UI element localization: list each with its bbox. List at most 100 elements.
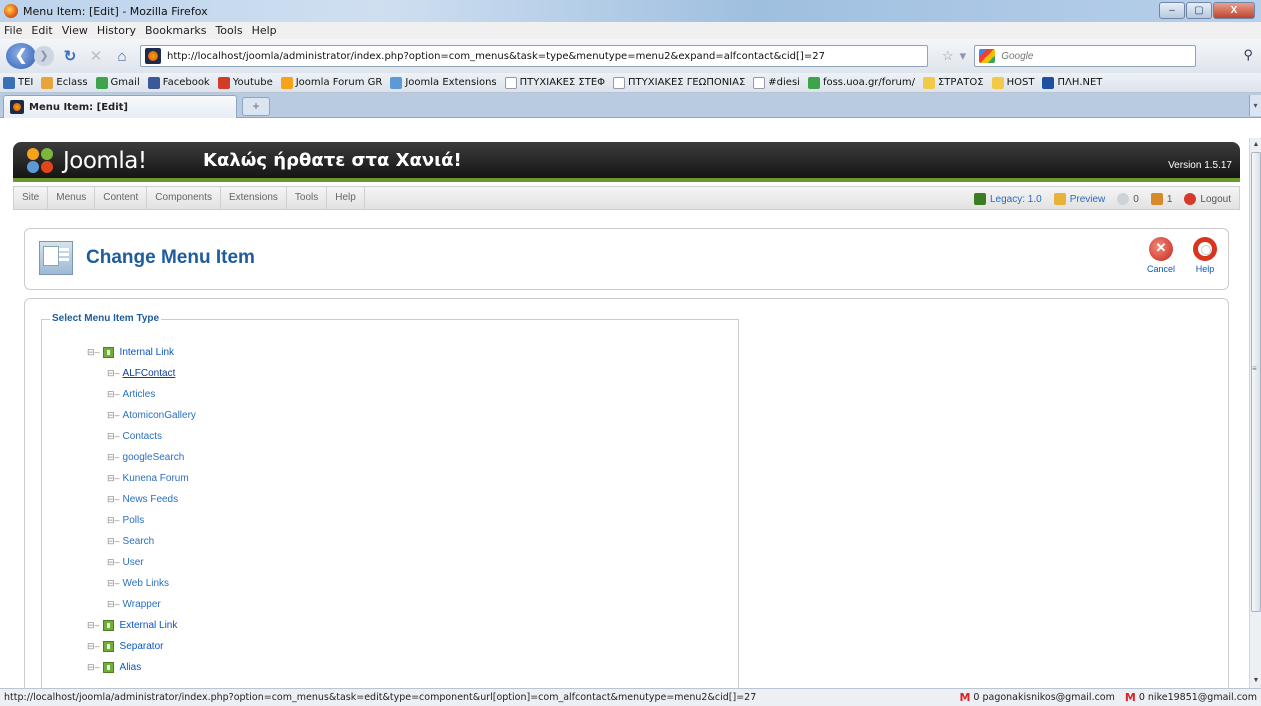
users-count[interactable]: 1 <box>1150 193 1172 205</box>
folder-icon <box>922 76 935 89</box>
admin-menu-components[interactable]: Components <box>147 186 221 210</box>
tab-menu-item-edit[interactable]: Menu Item: [Edit] <box>3 95 237 118</box>
bookmark-item[interactable]: Eclass <box>41 76 88 89</box>
joomla-favicon-icon <box>10 100 24 114</box>
home-icon[interactable]: ⌂ <box>112 48 132 65</box>
cancel-button[interactable]: Cancel <box>1141 237 1181 274</box>
bookmark-item[interactable]: ΠΤΥΧΙΑΚΕΣ ΓΕΩΠΟΝΙΑΣ <box>613 76 745 89</box>
menu-tools[interactable]: Tools <box>215 24 242 37</box>
stop-icon[interactable]: ✕ <box>86 47 106 65</box>
joomla-header: Joomla! Καλώς ήρθατε στα Χανιά! Version … <box>13 142 1240 182</box>
tree-item-alfcontact[interactable]: ⊟– ALFContact <box>107 366 175 380</box>
scroll-up-icon[interactable]: ▲ <box>1250 138 1261 152</box>
browser-statusbar: http://localhost/joomla/administrator/in… <box>0 688 1261 706</box>
maximize-button[interactable]: ▢ <box>1186 2 1212 19</box>
bookmark-item[interactable]: Joomla Forum GR <box>280 76 382 89</box>
version-label: Version 1.5.17 <box>1168 160 1232 171</box>
google-icon[interactable] <box>979 49 996 63</box>
bookmark-item[interactable]: Youtube <box>217 76 273 89</box>
search-placeholder: Google <box>1001 50 1034 62</box>
admin-menu-tools[interactable]: Tools <box>287 186 328 210</box>
forward-button[interactable]: ❯ <box>34 46 54 66</box>
bookmark-item[interactable]: HOST <box>991 76 1034 89</box>
tree-node-alias[interactable]: ⊟– Alias <box>87 660 141 674</box>
bookmark-label: TEI <box>18 77 34 88</box>
search-go-icon[interactable]: ⚲ <box>1243 47 1253 63</box>
legacy-icon <box>973 193 986 205</box>
window-titlebar: Menu Item: [Edit] - Mozilla Firefox – ▢ … <box>0 0 1261 22</box>
joomla-admin-menu: Site Menus Content Components Extensions… <box>13 186 1240 210</box>
status-link-url: http://localhost/joomla/administrator/in… <box>4 692 757 703</box>
reload-icon[interactable]: ↻ <box>60 47 80 65</box>
tree-node-internal-link[interactable]: ⊟– Internal Link <box>87 345 174 359</box>
tree-item-kunena-forum[interactable]: ⊟– Kunena Forum <box>107 471 189 485</box>
admin-menu-menus[interactable]: Menus <box>48 186 96 210</box>
navigation-toolbar: ❮ ❯ ↻ ✕ ⌂ http://localhost/joomla/admini… <box>0 39 1261 73</box>
tree-item-wrapper[interactable]: ⊟– Wrapper <box>107 597 161 611</box>
tree-node-separator[interactable]: ⊟– Separator <box>87 639 163 653</box>
gmail-account-2[interactable]: M0 nike19851@gmail.com <box>1125 691 1257 704</box>
tree-item-user[interactable]: ⊟– User <box>107 555 144 569</box>
admin-menu-site[interactable]: Site <box>14 186 49 210</box>
messages-count[interactable]: 0 <box>1117 193 1139 205</box>
bookmark-item[interactable]: Joomla Extensions <box>390 76 497 89</box>
gmail-account-1[interactable]: M0 pagonakisnikos@gmail.com <box>959 691 1114 704</box>
search-bar[interactable]: Google <box>974 45 1197 67</box>
bookmark-item[interactable]: Gmail <box>95 76 140 89</box>
tab-list-icon[interactable]: ▾ <box>1249 95 1261 116</box>
bookmark-item[interactable]: TEI <box>3 76 34 89</box>
bookmark-item[interactable]: #diesi <box>753 76 800 89</box>
tree-item-search[interactable]: ⊟– Search <box>107 534 154 548</box>
preview-link[interactable]: Preview <box>1053 193 1105 205</box>
bookmark-star-icon[interactable]: ☆ <box>942 48 954 64</box>
tree-node-external-link[interactable]: ⊟– External Link <box>87 618 177 632</box>
logout-link[interactable]: Logout <box>1184 193 1231 205</box>
tree-item-polls[interactable]: ⊟– Polls <box>107 513 144 527</box>
history-dropdown-icon[interactable]: ▾ <box>960 48 967 64</box>
address-url[interactable]: http://localhost/joomla/administrator/in… <box>167 51 825 62</box>
menu-bookmarks[interactable]: Bookmarks <box>145 24 206 37</box>
back-button[interactable]: ❮ <box>6 43 36 69</box>
tree-item-web-links[interactable]: ⊟– Web Links <box>107 576 169 590</box>
tab-strip: Menu Item: [Edit] + ▾ <box>0 93 1261 118</box>
folder-icon <box>102 640 114 652</box>
scrollbar-thumb[interactable] <box>1251 152 1261 612</box>
bookmark-item[interactable]: ΠΤΥΧΙΑΚΕΣ ΣΤΕΦ <box>504 76 605 89</box>
folder-icon <box>102 346 114 358</box>
scroll-down-icon[interactable]: ▼ <box>1250 674 1261 688</box>
bookmark-item[interactable]: ΣΤΡΑΤΟΣ <box>922 76 984 89</box>
menu-edit[interactable]: Edit <box>31 24 52 37</box>
bookmark-icon <box>1042 76 1055 89</box>
new-tab-button[interactable]: + <box>242 97 270 116</box>
admin-menu-extensions[interactable]: Extensions <box>221 186 287 210</box>
bookmark-label: Eclass <box>56 77 88 88</box>
help-button[interactable]: Help <box>1185 237 1225 274</box>
browser-menubar: File Edit View History Bookmarks Tools H… <box>0 22 1261 39</box>
bookmark-item[interactable]: ΠΛΗ.ΝΕΤ <box>1042 76 1102 89</box>
vertical-scrollbar[interactable]: ▲ ≡ ▼ <box>1249 138 1261 688</box>
bookmark-item[interactable]: foss.uoa.gr/forum/ <box>807 76 915 89</box>
address-bar[interactable]: http://localhost/joomla/administrator/in… <box>140 45 928 67</box>
tree-item-atomicongallery[interactable]: ⊟– AtomiconGallery <box>107 408 196 422</box>
page-icon <box>753 76 766 89</box>
bookmark-label: Joomla Extensions <box>405 77 497 88</box>
menu-help[interactable]: Help <box>252 24 277 37</box>
tree-item-googlesearch[interactable]: ⊟– googleSearch <box>107 450 184 464</box>
admin-menu-content[interactable]: Content <box>95 186 148 210</box>
help-label: Help <box>1195 264 1215 274</box>
tree-item-contacts[interactable]: ⊟– Contacts <box>107 429 162 443</box>
window-title: Menu Item: [Edit] - Mozilla Firefox <box>23 4 208 18</box>
bookmark-label: Youtube <box>232 77 273 88</box>
tree-item-news-feeds[interactable]: ⊟– News Feeds <box>107 492 178 506</box>
menu-view[interactable]: View <box>62 24 88 37</box>
menu-history[interactable]: History <box>97 24 136 37</box>
menu-file[interactable]: File <box>4 24 22 37</box>
close-button[interactable]: X <box>1213 2 1255 19</box>
tree-item-articles[interactable]: ⊟– Articles <box>107 387 155 401</box>
preview-icon <box>1053 193 1066 205</box>
admin-menu-help[interactable]: Help <box>327 186 365 210</box>
bookmark-label: Gmail <box>110 77 140 88</box>
bookmark-item[interactable]: Facebook <box>147 76 210 89</box>
minimize-button[interactable]: – <box>1159 2 1185 19</box>
site-name: Καλώς ήρθατε στα Χανιά! <box>203 150 462 171</box>
